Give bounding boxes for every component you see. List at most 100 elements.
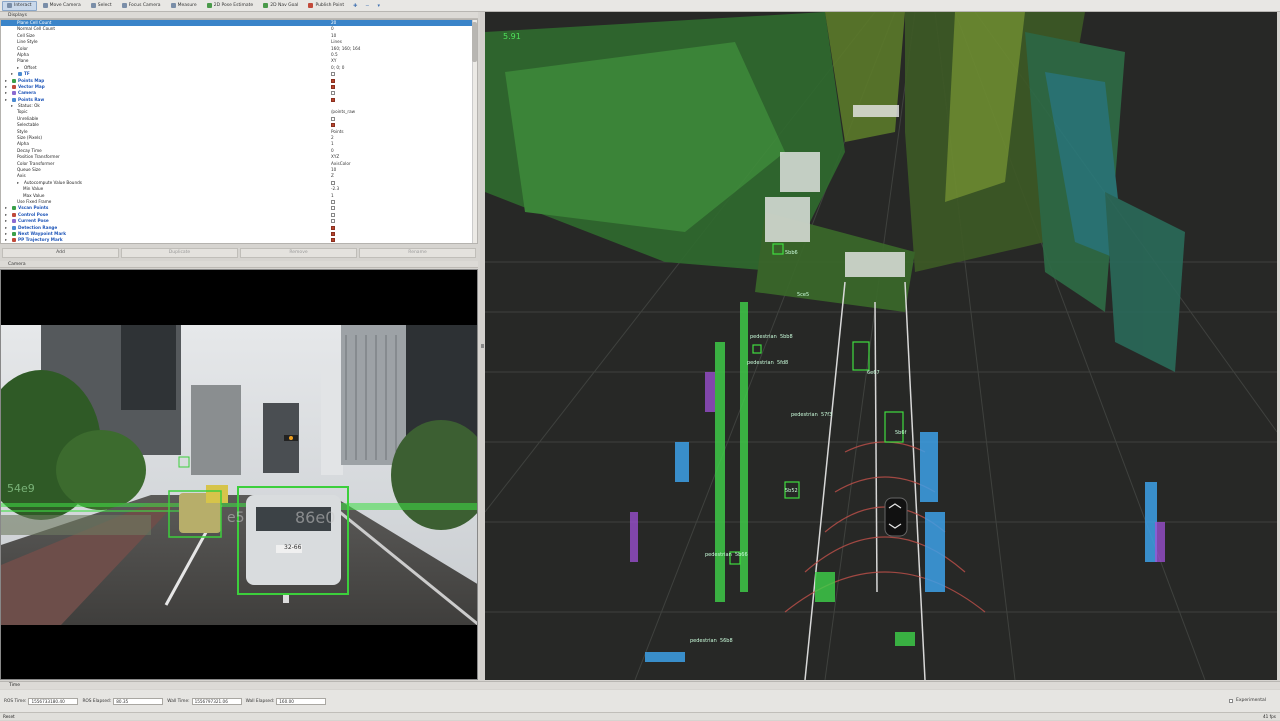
- pose-estimate-tool[interactable]: 2D Pose Estimate: [203, 1, 258, 11]
- wall-time-field[interactable]: 1556797321.06: [191, 697, 242, 705]
- status-bar: Reset 41 fps: [0, 712, 1280, 720]
- display-row-value-text: 1: [331, 141, 334, 147]
- display-row-value-text: 10: [331, 32, 337, 38]
- camera-view[interactable]: 54e9 e5 86e0 32-66: [0, 269, 478, 680]
- focus-camera-tool[interactable]: Focus Camera: [118, 1, 165, 11]
- tool-menu-icon[interactable]: ▾: [375, 3, 384, 9]
- display-checkbox[interactable]: [331, 199, 335, 204]
- display-checkbox[interactable]: [331, 225, 335, 230]
- experimental-label: Experimental: [1235, 698, 1266, 703]
- add-display-button[interactable]: Add: [2, 248, 119, 258]
- display-type-icon: [12, 238, 16, 243]
- display-checkbox[interactable]: [331, 78, 335, 83]
- experimental-checkbox[interactable]: [1228, 698, 1233, 703]
- pedestrian-label-left: pedestrian 5b66: [705, 552, 748, 558]
- display-row-label: Detection Range: [18, 224, 58, 230]
- display-type-icon: [12, 231, 16, 236]
- display-row[interactable]: ▸ PP Trajectory Mark: [1, 237, 477, 243]
- experimental-toggle[interactable]: Experimental: [1228, 698, 1266, 703]
- wall-elapsed-field[interactable]: 160.00: [276, 697, 327, 705]
- pedestrian-label-mid2: pedestrian 5fd8: [747, 360, 789, 366]
- pin-icon: [308, 3, 314, 8]
- duplicate-display-button[interactable]: Duplicate: [121, 248, 238, 258]
- pedestrian-label-mid: pedestrian 5bb8: [750, 334, 793, 340]
- display-checkbox[interactable]: [331, 123, 335, 128]
- add-tool-icon[interactable]: ✚: [350, 3, 360, 9]
- display-row-label: Points Map: [18, 77, 45, 83]
- display-checkbox[interactable]: [331, 72, 335, 77]
- display-checkbox[interactable]: [331, 212, 335, 217]
- display-checkbox[interactable]: [331, 231, 335, 236]
- display-checkbox[interactable]: [331, 84, 335, 89]
- display-row-label: Plane Cell Count: [17, 20, 52, 25]
- speed-readout: 5.91: [503, 32, 521, 41]
- object-label-c: 5ce5: [797, 292, 810, 298]
- nav-goal-tool[interactable]: 2D Nav Goal: [259, 1, 302, 11]
- display-row-label: Unreliable: [17, 115, 39, 121]
- display-checkbox[interactable]: [331, 219, 335, 224]
- wall-time-label: Wall Time:: [167, 698, 190, 704]
- display-row-label: Color: [17, 45, 28, 51]
- object-label-a: 5b52: [785, 488, 798, 494]
- ros-elapsed-field[interactable]: 80.35: [113, 697, 164, 705]
- display-row-label: Offset: [24, 64, 37, 70]
- publish-point-tool[interactable]: Publish Point: [304, 1, 348, 11]
- remove-tool-icon[interactable]: −: [362, 3, 372, 9]
- select-icon: [90, 3, 96, 8]
- display-row-value-text: 1: [331, 192, 334, 198]
- displays-scroll-thumb[interactable]: [472, 22, 477, 62]
- display-row-value[interactable]: [331, 237, 477, 243]
- display-checkbox[interactable]: [331, 116, 335, 121]
- display-row-label: Position Transformer: [17, 154, 60, 160]
- display-row-label: Cell Size: [17, 32, 35, 38]
- display-row-value-text: 10: [331, 166, 337, 172]
- expand-arrow-icon[interactable]: ▸: [5, 237, 12, 243]
- display-row-label: Axis: [17, 173, 26, 179]
- select-tool[interactable]: Select: [87, 1, 116, 11]
- display-row-value-text: 20: [331, 20, 337, 25]
- display-row-label: Alpha: [17, 141, 29, 147]
- interact-tool[interactable]: Interact: [2, 0, 37, 11]
- display-checkbox[interactable]: [331, 206, 335, 211]
- object-label-b: 5b6f: [895, 430, 907, 436]
- point-cloud-render: [485, 12, 1277, 680]
- display-checkbox[interactable]: [331, 180, 335, 185]
- ros-time-field[interactable]: 1556733180.40: [28, 697, 79, 705]
- camera-panel-title: Camera: [0, 261, 478, 268]
- display-type-icon: [12, 206, 16, 211]
- display-row-value-text: AxisColor: [331, 160, 351, 166]
- 3d-view[interactable]: 5.91 pedestrian 56b8 pedestrian 5b66 ped…: [485, 12, 1277, 680]
- display-row-value-text: XYZ: [331, 154, 340, 160]
- display-row-label: Use Fixed Frame: [17, 198, 52, 204]
- display-row-label: Control Pose: [18, 211, 49, 217]
- object-label-e: 6e67: [867, 370, 880, 376]
- display-row-label: Min Value: [23, 186, 44, 192]
- display-checkbox[interactable]: [331, 97, 335, 102]
- display-type-icon: [12, 91, 16, 96]
- display-row-label: Points Raw: [18, 96, 45, 102]
- reset-button[interactable]: Reset: [3, 714, 15, 719]
- display-type-icon: [12, 84, 16, 89]
- display-row-value-text: 0.5: [331, 51, 338, 57]
- nav-goal-label: 2D Nav Goal: [270, 3, 299, 8]
- display-row-value-text: 0: [331, 26, 334, 32]
- display-row-value-text: Points: [331, 128, 344, 134]
- camera-overlay-id-a: 54e9: [7, 482, 35, 495]
- object-label-d: 5bb6: [785, 250, 798, 256]
- remove-display-button[interactable]: Remove: [240, 248, 357, 258]
- displays-scrollbar[interactable]: [472, 20, 477, 243]
- measure-label: Measure: [177, 3, 197, 8]
- display-checkbox[interactable]: [331, 91, 335, 96]
- interact-label: Interact: [14, 3, 32, 8]
- display-row-label: Alpha: [17, 51, 29, 57]
- display-row-label: Autocompute Value Bounds: [24, 179, 82, 185]
- move-camera-tool[interactable]: Move Camera: [39, 1, 85, 11]
- display-row-value-text: /points_raw: [331, 109, 356, 115]
- measure-tool[interactable]: Measure: [167, 1, 201, 11]
- rename-display-button[interactable]: Rename: [359, 248, 476, 258]
- display-checkbox[interactable]: [331, 238, 335, 243]
- display-row-label: Topic: [17, 109, 28, 115]
- display-row-label: Status: Ok: [18, 103, 40, 109]
- pedestrian-label-center: pedestrian 57f3: [791, 412, 833, 418]
- display-row-value-text: 0; 0; 0: [331, 64, 345, 70]
